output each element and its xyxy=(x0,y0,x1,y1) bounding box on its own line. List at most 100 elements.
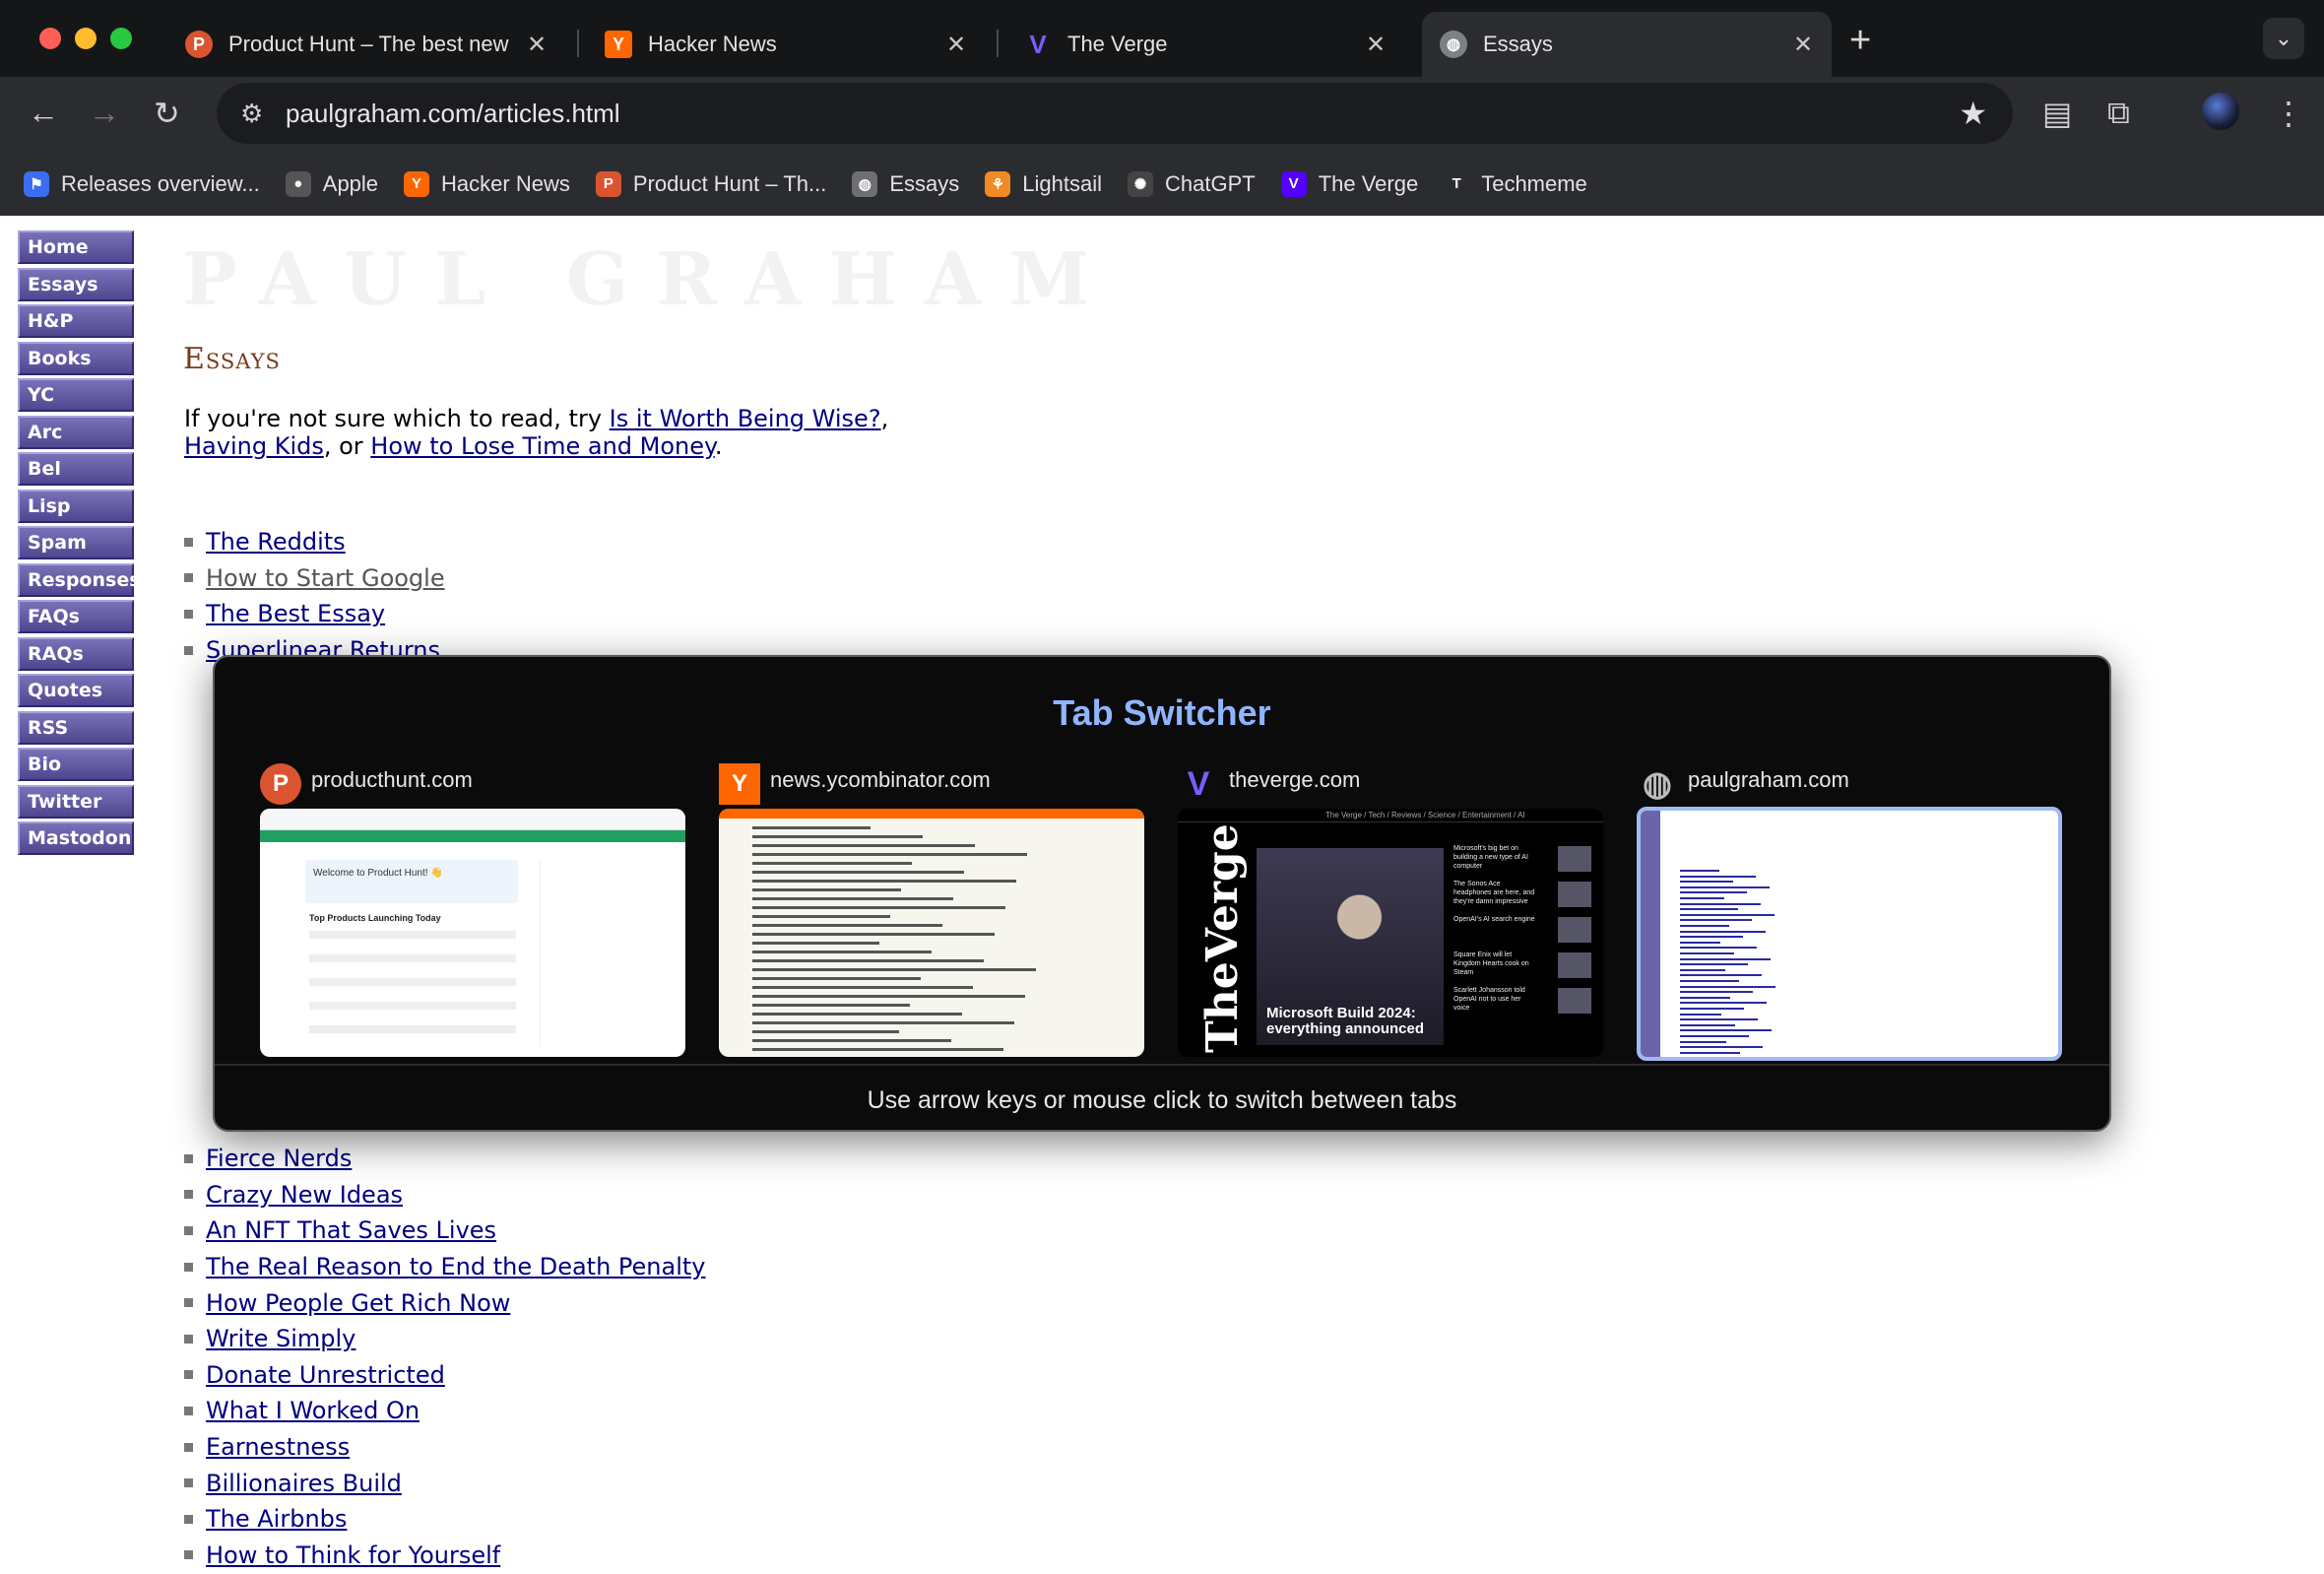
site-info-icon[interactable]: ⚙ xyxy=(240,98,272,129)
tab-theverge[interactable]: V The Verge ✕ xyxy=(1006,12,1404,77)
tab-hackernews[interactable]: Y Hacker News ✕ xyxy=(587,12,985,77)
globe-icon: ◍ xyxy=(1643,765,1672,803)
essay-link[interactable]: The Reddits xyxy=(206,528,346,556)
preview-line xyxy=(1680,991,1753,994)
essay-link[interactable]: How People Get Rich Now xyxy=(206,1289,510,1317)
nav-lisp[interactable]: Lisp xyxy=(18,489,134,523)
bookmark-star-icon[interactable]: ★ xyxy=(1959,95,1987,132)
essay-link[interactable]: The Best Essay xyxy=(206,600,385,627)
intro-suffix: . xyxy=(714,432,723,460)
maximize-window-button[interactable] xyxy=(110,28,132,49)
nav-twitter[interactable]: Twitter xyxy=(18,784,134,819)
browser-chrome: P Product Hunt – The best new ✕ Y Hacker… xyxy=(0,0,2324,216)
minimize-window-button[interactable] xyxy=(75,28,97,49)
essay-link[interactable]: The Real Reason to End the Death Penalty xyxy=(206,1253,706,1280)
preview-line xyxy=(1680,985,1775,988)
bookmark-label: Essays xyxy=(889,170,960,196)
story-image xyxy=(1558,952,1591,978)
nav-mastodon[interactable]: Mastodon xyxy=(18,821,134,855)
preview-line xyxy=(752,1013,962,1016)
essay-link[interactable]: How to Think for Yourself xyxy=(206,1541,500,1569)
switcher-card-hackernews[interactable]: Y news.ycombinator.com xyxy=(719,763,1144,1057)
close-icon[interactable]: ✕ xyxy=(522,31,551,59)
essay-link[interactable]: The Airbnbs xyxy=(206,1505,347,1533)
forward-button[interactable]: → xyxy=(89,95,120,131)
essay-link[interactable]: How to Start Google xyxy=(206,564,445,592)
bookmark-item[interactable]: V The Verge xyxy=(1280,170,1418,197)
nav-bio[interactable]: Bio xyxy=(18,748,134,781)
preview-line xyxy=(1680,996,1730,999)
reload-button[interactable]: ↻ xyxy=(154,95,180,132)
preview-stories: Microsoft's big bet on building a new ty… xyxy=(1453,844,1591,1021)
nav-home[interactable]: Home xyxy=(18,230,134,264)
tab-preview: Welcome to Product Hunt! 👋 Top Products … xyxy=(260,809,685,1057)
bullet xyxy=(184,645,193,655)
preview-line xyxy=(1680,1046,1763,1049)
close-window-button[interactable] xyxy=(39,28,61,49)
nav-faqs[interactable]: FAQs xyxy=(18,600,134,633)
bookmark-item[interactable]: T Techmeme xyxy=(1444,170,1587,197)
bookmark-item[interactable]: ● Apple xyxy=(285,170,378,197)
bookmark-item[interactable]: ◍ Essays xyxy=(852,170,960,197)
extensions-icon[interactable]: ⧉ xyxy=(2107,95,2130,132)
switcher-card-theverge[interactable]: V theverge.com The Verge / Tech / Review… xyxy=(1178,763,1603,1057)
back-button[interactable]: ← xyxy=(28,95,59,131)
intro-sep: , or xyxy=(323,432,371,460)
preview-line xyxy=(752,1021,1014,1024)
nav-essays[interactable]: Essays xyxy=(18,267,134,301)
essay-link[interactable]: Donate Unrestricted xyxy=(206,1361,445,1389)
address-bar[interactable]: ⚙ paulgraham.com/articles.html ★ xyxy=(217,83,2013,144)
preview-line xyxy=(1680,891,1747,894)
bookmark-item[interactable]: Y Hacker News xyxy=(404,170,570,197)
essay-link[interactable]: Billionaires Build xyxy=(206,1470,402,1497)
link-lose-time-money[interactable]: How to Lose Time and Money xyxy=(370,432,715,460)
preview-line xyxy=(1680,957,1771,960)
menu-icon[interactable]: ⋮ xyxy=(2273,95,2304,132)
nav-hp[interactable]: H&P xyxy=(18,304,134,338)
avatar[interactable] xyxy=(2202,93,2239,130)
preview-section: Top Products Launching Today xyxy=(309,913,441,923)
bookmark-item[interactable]: P Product Hunt – Th... xyxy=(595,170,826,197)
tab-essays[interactable]: ◍ Essays ✕ xyxy=(1422,12,1832,77)
essay-link[interactable]: Earnestness xyxy=(206,1433,350,1461)
nav-spam[interactable]: Spam xyxy=(18,526,134,559)
essay-link[interactable]: What I Worked On xyxy=(206,1397,420,1424)
preview-line xyxy=(752,897,953,900)
list-item: The Reddits xyxy=(184,524,445,560)
nav-responses[interactable]: Responses xyxy=(18,562,141,597)
close-icon[interactable]: ✕ xyxy=(941,31,971,59)
preview-line xyxy=(752,942,879,945)
card-header: V theverge.com xyxy=(1178,763,1603,803)
bookmark-item[interactable]: ⚘ Lightsail xyxy=(985,170,1102,197)
preview-line xyxy=(1680,875,1756,878)
nav-rss[interactable]: RSS xyxy=(18,710,134,745)
essay-link[interactable]: An NFT That Saves Lives xyxy=(206,1216,496,1244)
new-tab-button[interactable]: + xyxy=(1849,20,1871,62)
link-worth-being-wise[interactable]: Is it Worth Being Wise? xyxy=(610,405,881,432)
nav-raqs[interactable]: RAQs xyxy=(18,636,134,671)
nav-books[interactable]: Books xyxy=(18,341,134,375)
nav-yc[interactable]: YC xyxy=(18,378,134,412)
tab-switcher: Tab Switcher P producthunt.com Welcome t… xyxy=(213,655,2111,1132)
bookmark-item[interactable]: ✺ ChatGPT xyxy=(1127,170,1256,197)
essay-link[interactable]: Fierce Nerds xyxy=(206,1145,352,1172)
close-icon[interactable]: ✕ xyxy=(1361,31,1390,59)
switcher-card-paulgraham[interactable]: ◍ paulgraham.com xyxy=(1637,763,2062,1061)
switcher-card-producthunt[interactable]: P producthunt.com Welcome to Product Hun… xyxy=(260,763,685,1057)
bookmark-item[interactable]: ⚑ Releases overview... xyxy=(24,170,260,197)
preview-line xyxy=(752,933,995,936)
close-icon[interactable]: ✕ xyxy=(1788,31,1818,59)
nav-arc[interactable]: Arc xyxy=(18,415,134,449)
nav-bel[interactable]: Bel xyxy=(18,452,134,486)
essay-link[interactable]: Crazy New Ideas xyxy=(206,1181,403,1209)
nav-quotes[interactable]: Quotes xyxy=(18,674,134,707)
tab-producthunt[interactable]: P Product Hunt – The best new ✕ xyxy=(167,12,565,77)
link-having-kids[interactable]: Having Kids xyxy=(184,432,324,460)
essay-link[interactable]: Write Simply xyxy=(206,1325,355,1352)
preview-line xyxy=(752,995,1025,998)
reading-list-icon[interactable]: ▤ xyxy=(2042,95,2072,132)
preview-story: Microsoft's big bet on building a new ty… xyxy=(1453,844,1591,874)
chevron-down-icon[interactable]: ⌄ xyxy=(2263,18,2304,59)
url-text[interactable]: paulgraham.com/articles.html xyxy=(286,98,620,129)
bullet xyxy=(184,1225,193,1235)
